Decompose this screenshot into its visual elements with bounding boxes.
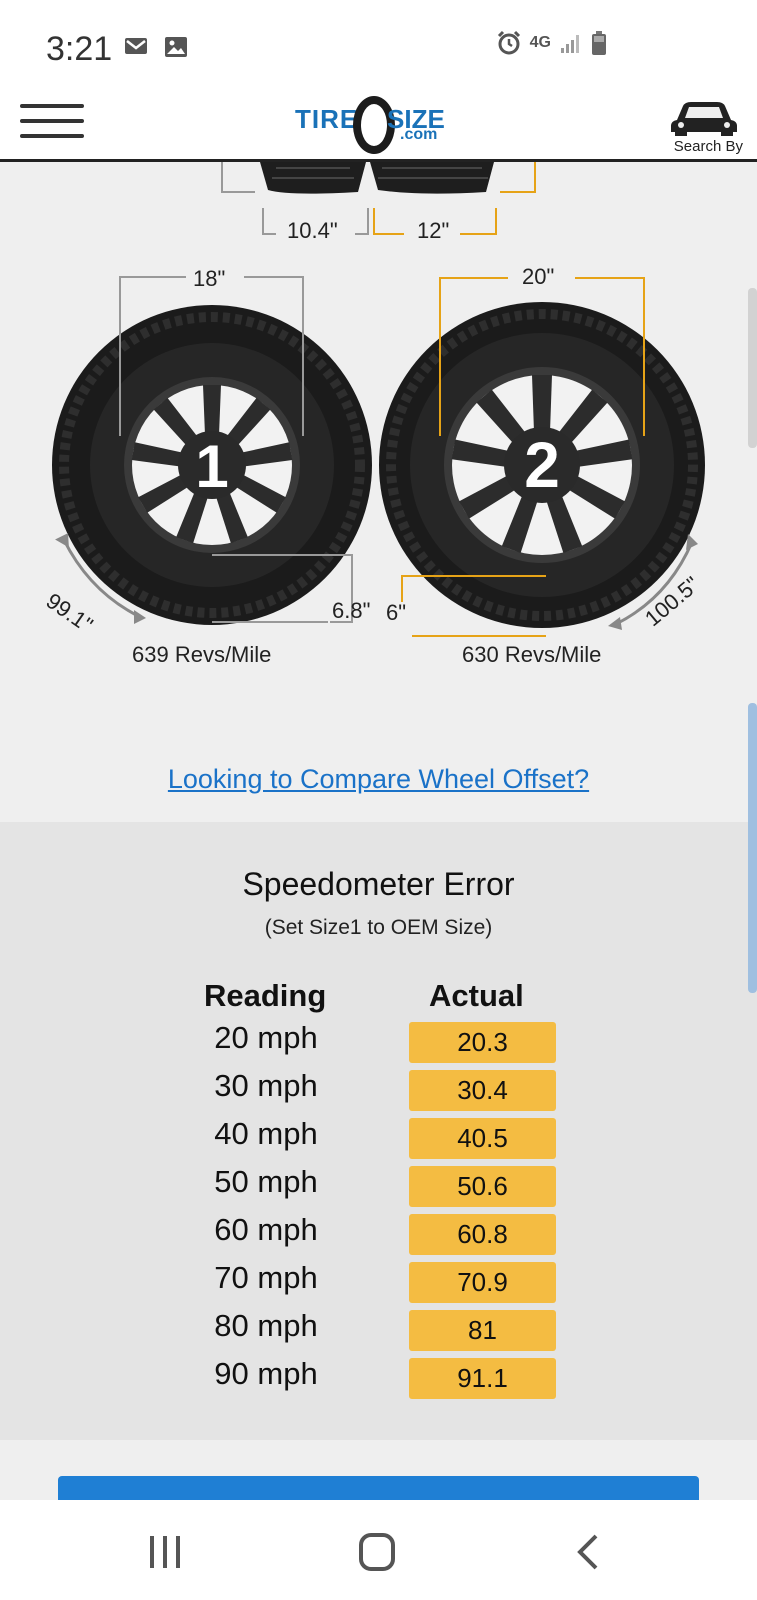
gallery-icon (165, 37, 187, 57)
action-button-partial[interactable] (58, 1476, 699, 1500)
search-by-vehicle-button[interactable]: Search By (663, 96, 743, 160)
gmail-icon (125, 38, 147, 54)
actual-column-header: Actual (429, 978, 524, 1013)
compare-wheel-offset-link[interactable]: Looking to Compare Wheel Offset? (0, 764, 757, 795)
actual-cell: 60.8 (409, 1214, 556, 1255)
battery-icon (592, 31, 606, 55)
tread-width-2: 12" (417, 218, 450, 243)
tire-1-number: 1 (195, 433, 228, 500)
logo-text-tire: TIRE (295, 104, 359, 134)
tire-1-revs: 639 Revs/Mile (132, 642, 272, 667)
status-time: 3:21 (46, 30, 113, 68)
actual-cell: 30.4 (409, 1070, 556, 1111)
site-logo[interactable]: TIRE SIZE .com (295, 96, 465, 156)
reading-column-header: Reading (204, 978, 327, 1013)
hamburger-icon (20, 104, 84, 108)
actual-cell: 91.1 (409, 1358, 556, 1399)
tire-2-revs: 630 Revs/Mile (462, 642, 602, 667)
speedometer-title: Speedometer Error (242, 866, 515, 902)
reading-cell: 60 mph (214, 1212, 318, 1247)
tire-1-rim-diameter: 18" (193, 266, 226, 291)
tread-width-1: 10.4" (287, 218, 338, 243)
logo-text-com: .com (400, 126, 438, 143)
reading-cell: 30 mph (214, 1068, 318, 1103)
reading-cell: 50 mph (214, 1164, 318, 1199)
recent-apps-icon[interactable] (140, 1530, 190, 1574)
search-by-label: Search By (673, 138, 743, 155)
reading-cell: 40 mph (214, 1116, 318, 1151)
reading-cell: 80 mph (214, 1308, 318, 1343)
status-bar: 3:21 4G (0, 0, 757, 96)
android-navigation-bar (0, 1500, 757, 1600)
speedometer-error-section: Speedometer Error (Set Size1 to OEM Size… (0, 822, 757, 1440)
back-icon[interactable] (564, 1530, 614, 1574)
tire-2-graphic: 2 (379, 302, 705, 628)
tire-2-rim-diameter: 20" (522, 264, 555, 289)
actual-cell: 50.6 (409, 1166, 556, 1207)
reading-cell: 90 mph (214, 1356, 318, 1391)
actual-cell: 81 (409, 1310, 556, 1351)
tire-2-sidewall: 6" (386, 600, 407, 625)
alarm-icon (497, 30, 520, 55)
tire-1-sidewall: 6.8" (332, 598, 371, 623)
menu-button[interactable] (20, 104, 84, 144)
signal-icon (561, 35, 579, 53)
tire-diagram: 1 2 (52, 162, 705, 637)
reading-cell: 70 mph (214, 1260, 318, 1295)
tire-comparison-graphic: 1 2 10.4" 12" 18" 20" 6.8" 6" 99.1" 100.… (0, 162, 757, 822)
tire-2-number: 2 (524, 429, 560, 501)
scrollbar-thumb[interactable] (748, 288, 757, 448)
actual-cell: 40.5 (409, 1118, 556, 1159)
car-icon (671, 102, 737, 136)
scrollbar-thumb-secondary[interactable] (748, 703, 757, 993)
tire-1-graphic: 1 (52, 305, 372, 625)
home-icon[interactable] (352, 1530, 402, 1574)
network-4g-icon: 4G (529, 34, 551, 51)
speedometer-subtitle: (Set Size1 to OEM Size) (264, 916, 493, 939)
actual-cell: 70.9 (409, 1262, 556, 1303)
site-header: TIRE SIZE .com Search By (0, 96, 757, 162)
reading-cell: 20 mph (214, 1020, 318, 1055)
actual-cell: 20.3 (409, 1022, 556, 1063)
